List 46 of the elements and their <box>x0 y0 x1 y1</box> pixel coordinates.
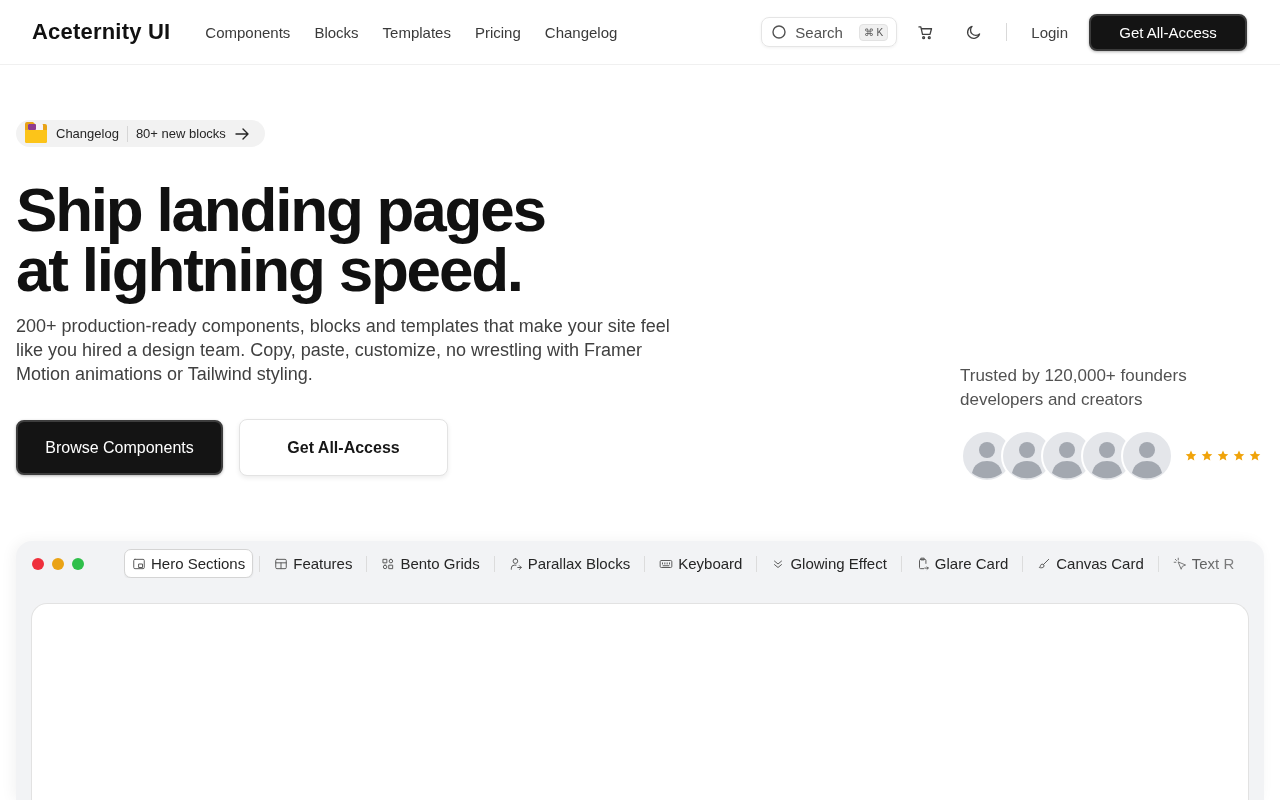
tab[interactable]: Glare Card <box>907 549 1017 578</box>
tab[interactable]: Bento Grids <box>373 549 488 578</box>
star-icon <box>1217 450 1229 462</box>
close-dot-icon <box>32 557 44 570</box>
tab[interactable]: Canvas Card <box>1029 549 1152 578</box>
moon-icon[interactable] <box>966 24 982 40</box>
maximize-dot-icon <box>72 557 84 570</box>
star-icon <box>1201 450 1213 462</box>
nav-link[interactable]: Pricing <box>474 23 521 41</box>
nav-link[interactable]: Blocks <box>314 23 359 41</box>
browse-button[interactable]: Browse Components <box>16 420 223 475</box>
trust-text: Trusted by 120,000+ founders developers and creators <box>960 365 1188 411</box>
minimize-dot-icon <box>52 557 64 570</box>
changelog-label: Changelog <box>56 126 119 141</box>
star-icon <box>1233 450 1245 462</box>
login-link[interactable]: Login <box>1031 23 1068 41</box>
tab[interactable]: Keyboard <box>651 549 751 578</box>
cart-icon[interactable] <box>918 24 934 40</box>
layout-icon <box>274 556 289 571</box>
tab[interactable]: Glowing Effect <box>763 549 895 578</box>
nav-link[interactable]: Components <box>205 23 291 41</box>
tab[interactable]: Parallax Blocks <box>500 549 639 578</box>
access-button[interactable]: Get All-Access <box>239 419 448 476</box>
announcement-pill[interactable]: Changelog 80+ new blocks <box>16 120 265 147</box>
brush-icon <box>1037 556 1052 571</box>
tab[interactable]: Features <box>266 549 361 578</box>
star-icon <box>1185 450 1197 462</box>
pointer-icon <box>1172 556 1187 571</box>
search-field[interactable]: Search ⌘ K <box>761 17 898 47</box>
logo[interactable]: Aceternity UI <box>32 19 171 45</box>
announcement-text: 80+ new blocks <box>135 126 226 141</box>
search-input[interactable]: Search <box>795 23 859 41</box>
tab[interactable]: Text R <box>1164 549 1243 578</box>
star-icon <box>1249 450 1261 462</box>
search-icon <box>772 25 787 39</box>
nav-link[interactable]: Templates <box>382 23 451 41</box>
user-arrow-icon <box>508 556 523 571</box>
tab[interactable]: Hero Sections <box>124 549 254 578</box>
avatar-icon <box>1121 430 1173 482</box>
arrow-right-icon <box>234 127 249 140</box>
window-icon <box>132 556 146 571</box>
hero-description: 200+ production-ready components, blocks and templates that make your site feel like you hired a design team. Copy, paste, customize, no wrestling with Framer Motion animations or Tailwind styling. <box>16 315 671 386</box>
grid-icon <box>381 556 396 571</box>
nav-link[interactable]: Changelog <box>544 23 618 41</box>
get-access-button[interactable]: Get All-Access <box>1089 13 1247 51</box>
keyboard-shortcut: ⌘ K <box>858 23 889 41</box>
